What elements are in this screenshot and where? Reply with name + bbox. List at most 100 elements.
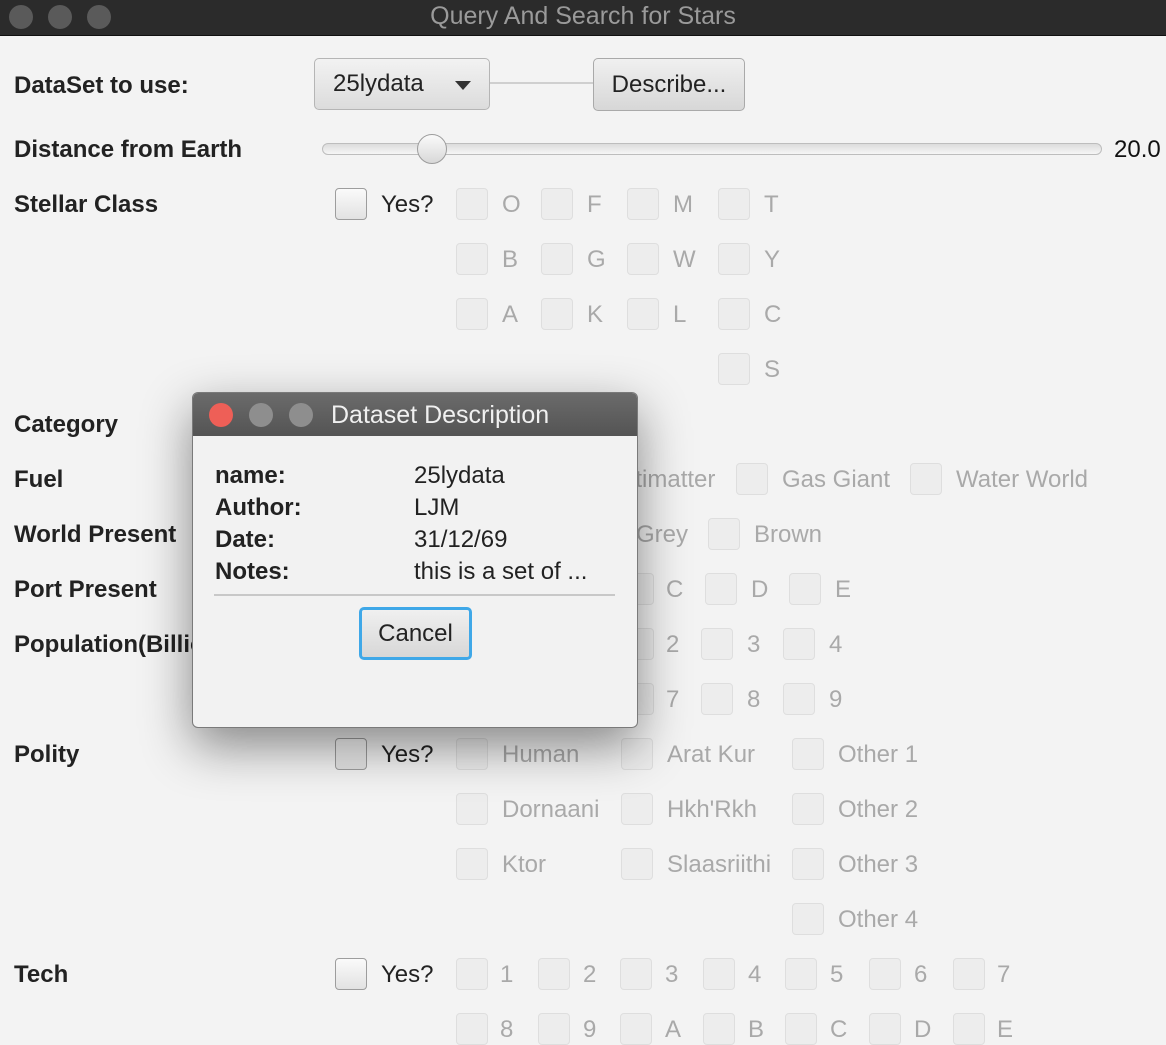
- tech-checkbox-a[interactable]: [620, 1013, 652, 1045]
- tech-option-9: 9: [583, 1016, 597, 1043]
- stellar-option-s: S: [764, 356, 781, 383]
- dialog-zoom-icon[interactable]: [289, 403, 313, 427]
- stellar-option-b: B: [502, 246, 519, 273]
- stellar-option-y: Y: [764, 246, 781, 273]
- fuel-option-gas-giant: Gas Giant: [782, 466, 891, 493]
- world-checkbox-brown[interactable]: [708, 518, 740, 550]
- stellar-checkbox-g[interactable]: [541, 243, 573, 275]
- polity-option-ktor: Ktor: [502, 851, 547, 878]
- field-author-key: Author:: [215, 494, 302, 521]
- polity-yes-checkbox[interactable]: [335, 738, 367, 770]
- world-present-label: World Present: [14, 521, 177, 548]
- tech-checkbox-7[interactable]: [953, 958, 985, 990]
- stellar-checkbox-k[interactable]: [541, 298, 573, 330]
- polity-option-hkhrkh: Hkh'Rkh: [667, 796, 757, 823]
- stellar-option-c: C: [764, 301, 782, 328]
- world-option-brown: Brown: [754, 521, 823, 548]
- world-option-grey: Grey: [636, 521, 689, 548]
- field-notes-key: Notes:: [215, 558, 290, 585]
- fuel-checkbox-water-world[interactable]: [910, 463, 942, 495]
- stellar-checkbox-t[interactable]: [718, 188, 750, 220]
- polity-checkbox-other-1[interactable]: [792, 738, 824, 770]
- distance-slider-thumb[interactable]: [417, 134, 447, 164]
- tech-option-4: 4: [748, 961, 762, 988]
- tech-checkbox-9[interactable]: [538, 1013, 570, 1045]
- tech-checkbox-4[interactable]: [703, 958, 735, 990]
- field-name-key: name:: [215, 462, 286, 489]
- field-name-value: 25lydata: [414, 462, 505, 489]
- dataset-label: DataSet to use:: [14, 72, 189, 99]
- polity-checkbox-hkhrkh[interactable]: [621, 793, 653, 825]
- tech-option-3: 3: [665, 961, 679, 988]
- stellar-yes-checkbox[interactable]: [335, 188, 367, 220]
- population-checkbox-3[interactable]: [701, 628, 733, 660]
- population-checkbox-9[interactable]: [783, 683, 815, 715]
- dialog-minimize-icon[interactable]: [249, 403, 273, 427]
- stellar-checkbox-m[interactable]: [627, 188, 659, 220]
- polity-label: Polity: [14, 741, 80, 768]
- population-option-4: 4: [829, 631, 843, 658]
- fuel-checkbox-gas-giant[interactable]: [736, 463, 768, 495]
- polity-option-other-4: Other 4: [838, 906, 919, 933]
- tech-option-5: 5: [830, 961, 844, 988]
- describe-button[interactable]: Describe...: [593, 58, 745, 111]
- polity-checkbox-human[interactable]: [456, 738, 488, 770]
- stellar-checkbox-c[interactable]: [718, 298, 750, 330]
- tech-checkbox-5[interactable]: [785, 958, 817, 990]
- dialog-separator: [214, 594, 615, 596]
- tech-label: Tech: [14, 961, 69, 988]
- port-checkbox-e[interactable]: [789, 573, 821, 605]
- port-option-e: E: [835, 576, 852, 603]
- population-option-7: 7: [666, 686, 680, 713]
- population-checkbox-4[interactable]: [783, 628, 815, 660]
- tech-checkbox-3[interactable]: [620, 958, 652, 990]
- tech-yes-checkbox[interactable]: [335, 958, 367, 990]
- stellar-checkbox-f[interactable]: [541, 188, 573, 220]
- stellar-checkbox-w[interactable]: [627, 243, 659, 275]
- polity-option-other-1: Other 1: [838, 741, 919, 768]
- tech-checkbox-8[interactable]: [456, 1013, 488, 1045]
- tech-checkbox-1[interactable]: [456, 958, 488, 990]
- polity-checkbox-dornaani[interactable]: [456, 793, 488, 825]
- tech-option-b: B: [748, 1016, 765, 1043]
- tech-checkbox-b[interactable]: [703, 1013, 735, 1045]
- dataset-combo[interactable]: 25lydata: [314, 58, 490, 110]
- tech-checkbox-6[interactable]: [869, 958, 901, 990]
- distance-label: Distance from Earth: [14, 136, 243, 163]
- dialog-close-icon[interactable]: [209, 403, 233, 427]
- dataset-description-dialog: Dataset Description name: 25lydata Autho…: [192, 392, 638, 728]
- stellar-checkbox-l[interactable]: [627, 298, 659, 330]
- polity-checkbox-ktor[interactable]: [456, 848, 488, 880]
- stellar-checkbox-a[interactable]: [456, 298, 488, 330]
- polity-checkbox-other-3[interactable]: [792, 848, 824, 880]
- stellar-checkbox-y[interactable]: [718, 243, 750, 275]
- tech-option-8: 8: [500, 1016, 514, 1043]
- polity-option-dornaani: Dornaani: [502, 796, 600, 823]
- cancel-button[interactable]: Cancel: [359, 607, 472, 660]
- stellar-option-g: G: [587, 246, 606, 273]
- port-checkbox-d[interactable]: [705, 573, 737, 605]
- polity-checkbox-arat-kur[interactable]: [621, 738, 653, 770]
- field-date-value: 31/12/69: [414, 526, 508, 553]
- polity-checkbox-other-4[interactable]: [792, 903, 824, 935]
- polity-option-arat-kur: Arat Kur: [667, 741, 756, 768]
- stellar-option-o: O: [502, 191, 521, 218]
- stellar-option-t: T: [764, 191, 779, 218]
- port-option-d: D: [751, 576, 769, 603]
- tech-option-7: 7: [997, 961, 1011, 988]
- population-checkbox-8[interactable]: [701, 683, 733, 715]
- polity-option-human: Human: [502, 741, 580, 768]
- polity-option-other-2: Other 2: [838, 796, 919, 823]
- stellar-checkbox-s[interactable]: [718, 353, 750, 385]
- polity-checkbox-other-2[interactable]: [792, 793, 824, 825]
- tech-option-d: D: [914, 1016, 932, 1043]
- polity-checkbox-slaasriithi[interactable]: [621, 848, 653, 880]
- tech-checkbox-e[interactable]: [953, 1013, 985, 1045]
- stellar-checkbox-b[interactable]: [456, 243, 488, 275]
- tech-checkbox-d[interactable]: [869, 1013, 901, 1045]
- tech-checkbox-2[interactable]: [538, 958, 570, 990]
- tech-checkbox-c[interactable]: [785, 1013, 817, 1045]
- stellar-checkbox-o[interactable]: [456, 188, 488, 220]
- field-date-key: Date:: [215, 526, 276, 553]
- combo-connector-line: [490, 82, 593, 84]
